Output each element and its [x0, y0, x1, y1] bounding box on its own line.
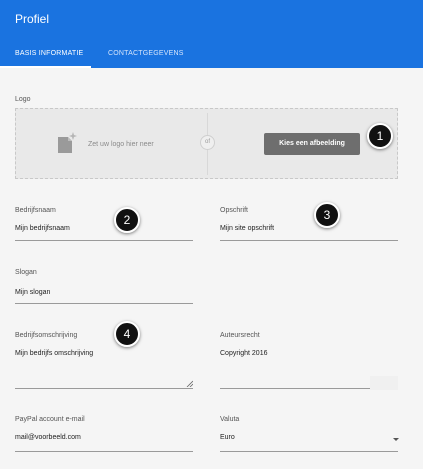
company-name-input[interactable]: Mijn bedrijfsnaam — [15, 225, 70, 232]
currency-label: Valuta — [220, 416, 240, 423]
currency-select[interactable]: Euro — [220, 434, 235, 441]
copyright-input[interactable]: Copyright 2016 — [220, 350, 267, 357]
tab-contactgegevens[interactable]: CONTACTGEGEVENS — [108, 50, 184, 57]
or-separator: of — [200, 135, 215, 150]
paypal-label: PayPal account e-mail — [15, 416, 85, 423]
description-textarea[interactable]: Mijn bedrijfs omschrijving — [15, 350, 93, 357]
caption-input[interactable]: Mijn site opschrift — [220, 225, 274, 232]
choose-image-button[interactable]: Kies een afbeelding — [264, 133, 360, 155]
currency-underline — [220, 451, 398, 452]
logo-dropzone[interactable]: Zet uw logo hier neer of Kies een afbeel… — [15, 108, 398, 179]
dropzone-text: Zet uw logo hier neer — [88, 141, 154, 148]
tab-basis-informatie[interactable]: BASIS INFORMATIE — [15, 50, 83, 57]
active-tab-indicator — [0, 66, 91, 68]
paypal-underline — [15, 451, 193, 452]
callout-badge-3: 3 — [314, 202, 340, 228]
callout-badge-2: 2 — [114, 207, 140, 233]
paypal-input[interactable]: mail@voorbeeld.com — [15, 434, 81, 441]
slogan-input[interactable]: Mijn slogan — [15, 289, 50, 296]
description-label: Bedrijfsomschrijving — [15, 332, 78, 339]
description-underline — [15, 388, 193, 389]
logo-label: Logo — [15, 96, 31, 103]
callout-badge-4: 4 — [114, 321, 140, 347]
callout-badge-1: 1 — [367, 123, 393, 149]
caption-label: Opschrift — [220, 207, 249, 214]
field-fade — [370, 376, 398, 390]
slogan-underline — [15, 303, 193, 304]
copyright-label: Auteursrecht — [220, 332, 260, 339]
caption-underline — [220, 240, 398, 241]
slogan-label: Slogan — [15, 269, 37, 276]
company-name-label: Bedrijfsnaam — [15, 207, 56, 214]
app-header: Profiel BASIS INFORMATIE CONTACTGEGEVENS — [0, 0, 423, 68]
page-title: Profiel — [15, 12, 50, 26]
chevron-down-icon[interactable] — [393, 438, 399, 441]
company-name-underline — [15, 240, 193, 241]
image-icon — [58, 132, 77, 153]
resize-handle-icon[interactable] — [186, 380, 193, 387]
